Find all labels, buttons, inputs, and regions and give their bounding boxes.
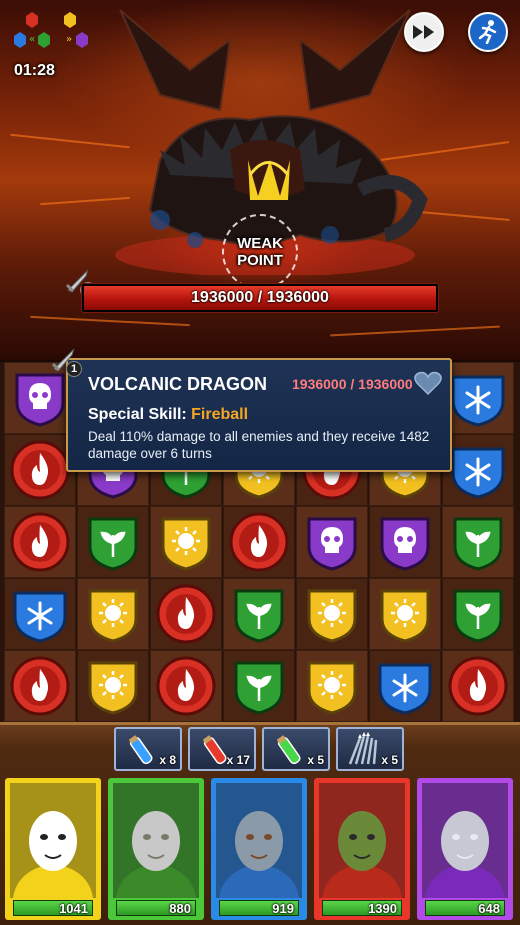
- red-gem-icon[interactable]: [9, 511, 71, 573]
- orc-portrait-icon: [319, 783, 405, 898]
- enemy-level-number: 1: [66, 361, 82, 377]
- yellow-gem-icon[interactable]: [301, 583, 363, 645]
- yellow-gem-icon[interactable]: [82, 655, 144, 717]
- element-advantage-chart-icon[interactable]: « »: [12, 8, 92, 54]
- retreat-button[interactable]: [468, 12, 508, 52]
- red-gem-icon[interactable]: [9, 439, 71, 501]
- boss-hp-bar: 1936000 / 1936000: [82, 284, 438, 312]
- mana-potion-item-button[interactable]: x 8: [114, 727, 182, 771]
- hero-card-panda[interactable]: 1041: [5, 778, 101, 920]
- hero-card-sorcerer[interactable]: 648: [417, 778, 513, 920]
- item-count: x 8: [159, 753, 176, 767]
- item-count: x 17: [226, 753, 250, 767]
- enemy-level-badge: 1: [50, 345, 82, 377]
- special-skill-line: Special Skill: Fireball: [88, 406, 248, 424]
- boss-hp-text: 1936000 / 1936000: [191, 289, 329, 306]
- blue-gem-icon[interactable]: [447, 439, 509, 501]
- battle-screen: WEAK POINT « » 01:28 1 1936000 / 1936000: [0, 0, 520, 925]
- weak-point-line1: WEAK: [237, 235, 283, 252]
- hero-portrait: [422, 783, 508, 898]
- fast-forward-button[interactable]: [404, 12, 444, 52]
- green-gem-icon[interactable]: [228, 655, 290, 717]
- battle-timer: 01:28: [14, 62, 55, 79]
- svg-text:«: «: [29, 34, 35, 45]
- running-man-icon: [478, 20, 497, 44]
- green-gem-icon[interactable]: [82, 511, 144, 573]
- yellow-gem-icon[interactable]: [155, 511, 217, 573]
- sorcerer-portrait-icon: [422, 783, 508, 898]
- green-gem-icon[interactable]: [447, 511, 509, 573]
- hero-card-knight[interactable]: 919: [211, 778, 307, 920]
- blue-gem-icon[interactable]: [374, 655, 436, 717]
- heart-icon: [414, 371, 442, 396]
- special-skill-name: Fireball: [191, 406, 249, 423]
- yellow-gem-icon[interactable]: [82, 583, 144, 645]
- arrows-icon: [348, 732, 378, 765]
- red-gem-icon[interactable]: [228, 511, 290, 573]
- red-gem-icon[interactable]: [155, 655, 217, 717]
- purple-gem-icon[interactable]: [374, 511, 436, 573]
- svg-text:»: »: [66, 34, 72, 45]
- green-gem-icon[interactable]: [228, 583, 290, 645]
- red-gem-icon[interactable]: [9, 655, 71, 717]
- blue-gem-icon[interactable]: [447, 367, 509, 429]
- hero-card-druid[interactable]: 880: [108, 778, 204, 920]
- antidote-potion-icon: [276, 735, 301, 765]
- red-gem-icon[interactable]: [155, 583, 217, 645]
- hero-hp-bar: 648: [425, 900, 505, 916]
- item-count: x 5: [307, 753, 324, 767]
- item-count: x 5: [381, 753, 398, 767]
- green-gem-icon[interactable]: [447, 583, 509, 645]
- knight-portrait-icon: [216, 783, 302, 898]
- hero-portrait: [319, 783, 405, 898]
- mana-potion-icon: [128, 735, 153, 765]
- druid-portrait-icon: [113, 783, 199, 898]
- hero-portrait: [113, 783, 199, 898]
- hero-portrait: [216, 783, 302, 898]
- hero-hp-value: 1041: [59, 901, 88, 916]
- hero-hp-value: 648: [478, 901, 500, 916]
- yellow-gem-icon[interactable]: [301, 655, 363, 717]
- hero-card-orc[interactable]: 1390: [314, 778, 410, 920]
- red-gem-icon[interactable]: [447, 655, 509, 717]
- hero-hp-bar: 1041: [13, 900, 93, 916]
- hero-hp-bar: 880: [116, 900, 196, 916]
- yellow-gem-icon[interactable]: [374, 583, 436, 645]
- weak-point-target[interactable]: WEAK POINT: [222, 214, 298, 290]
- weak-point-line2: POINT: [237, 252, 283, 269]
- special-skill-description: Deal 110% damage to all enemies and they…: [88, 429, 430, 461]
- enemy-hp-text: 1936000 / 1936000: [292, 376, 413, 392]
- hero-hp-value: 880: [169, 901, 191, 916]
- hero-hp-value: 919: [272, 901, 294, 916]
- purple-gem-icon[interactable]: [301, 511, 363, 573]
- special-skill-label: Special Skill:: [88, 406, 192, 423]
- antidote-potion-item-button[interactable]: x 5: [262, 727, 330, 771]
- arrows-item-button[interactable]: x 5: [336, 727, 404, 771]
- fast-forward-icon: [413, 25, 434, 39]
- blue-gem-icon[interactable]: [9, 583, 71, 645]
- panda-portrait-icon: [10, 783, 96, 898]
- hero-hp-bar: 919: [219, 900, 299, 916]
- enemy-info-tooltip: VOLCANIC DRAGON 1936000 / 1936000 Specia…: [66, 358, 452, 472]
- enemy-name: VOLCANIC DRAGON: [88, 374, 267, 394]
- hero-hp-bar: 1390: [322, 900, 402, 916]
- hero-hp-value: 1390: [368, 901, 397, 916]
- health-potion-item-button[interactable]: x 17: [188, 727, 256, 771]
- hero-portrait: [10, 783, 96, 898]
